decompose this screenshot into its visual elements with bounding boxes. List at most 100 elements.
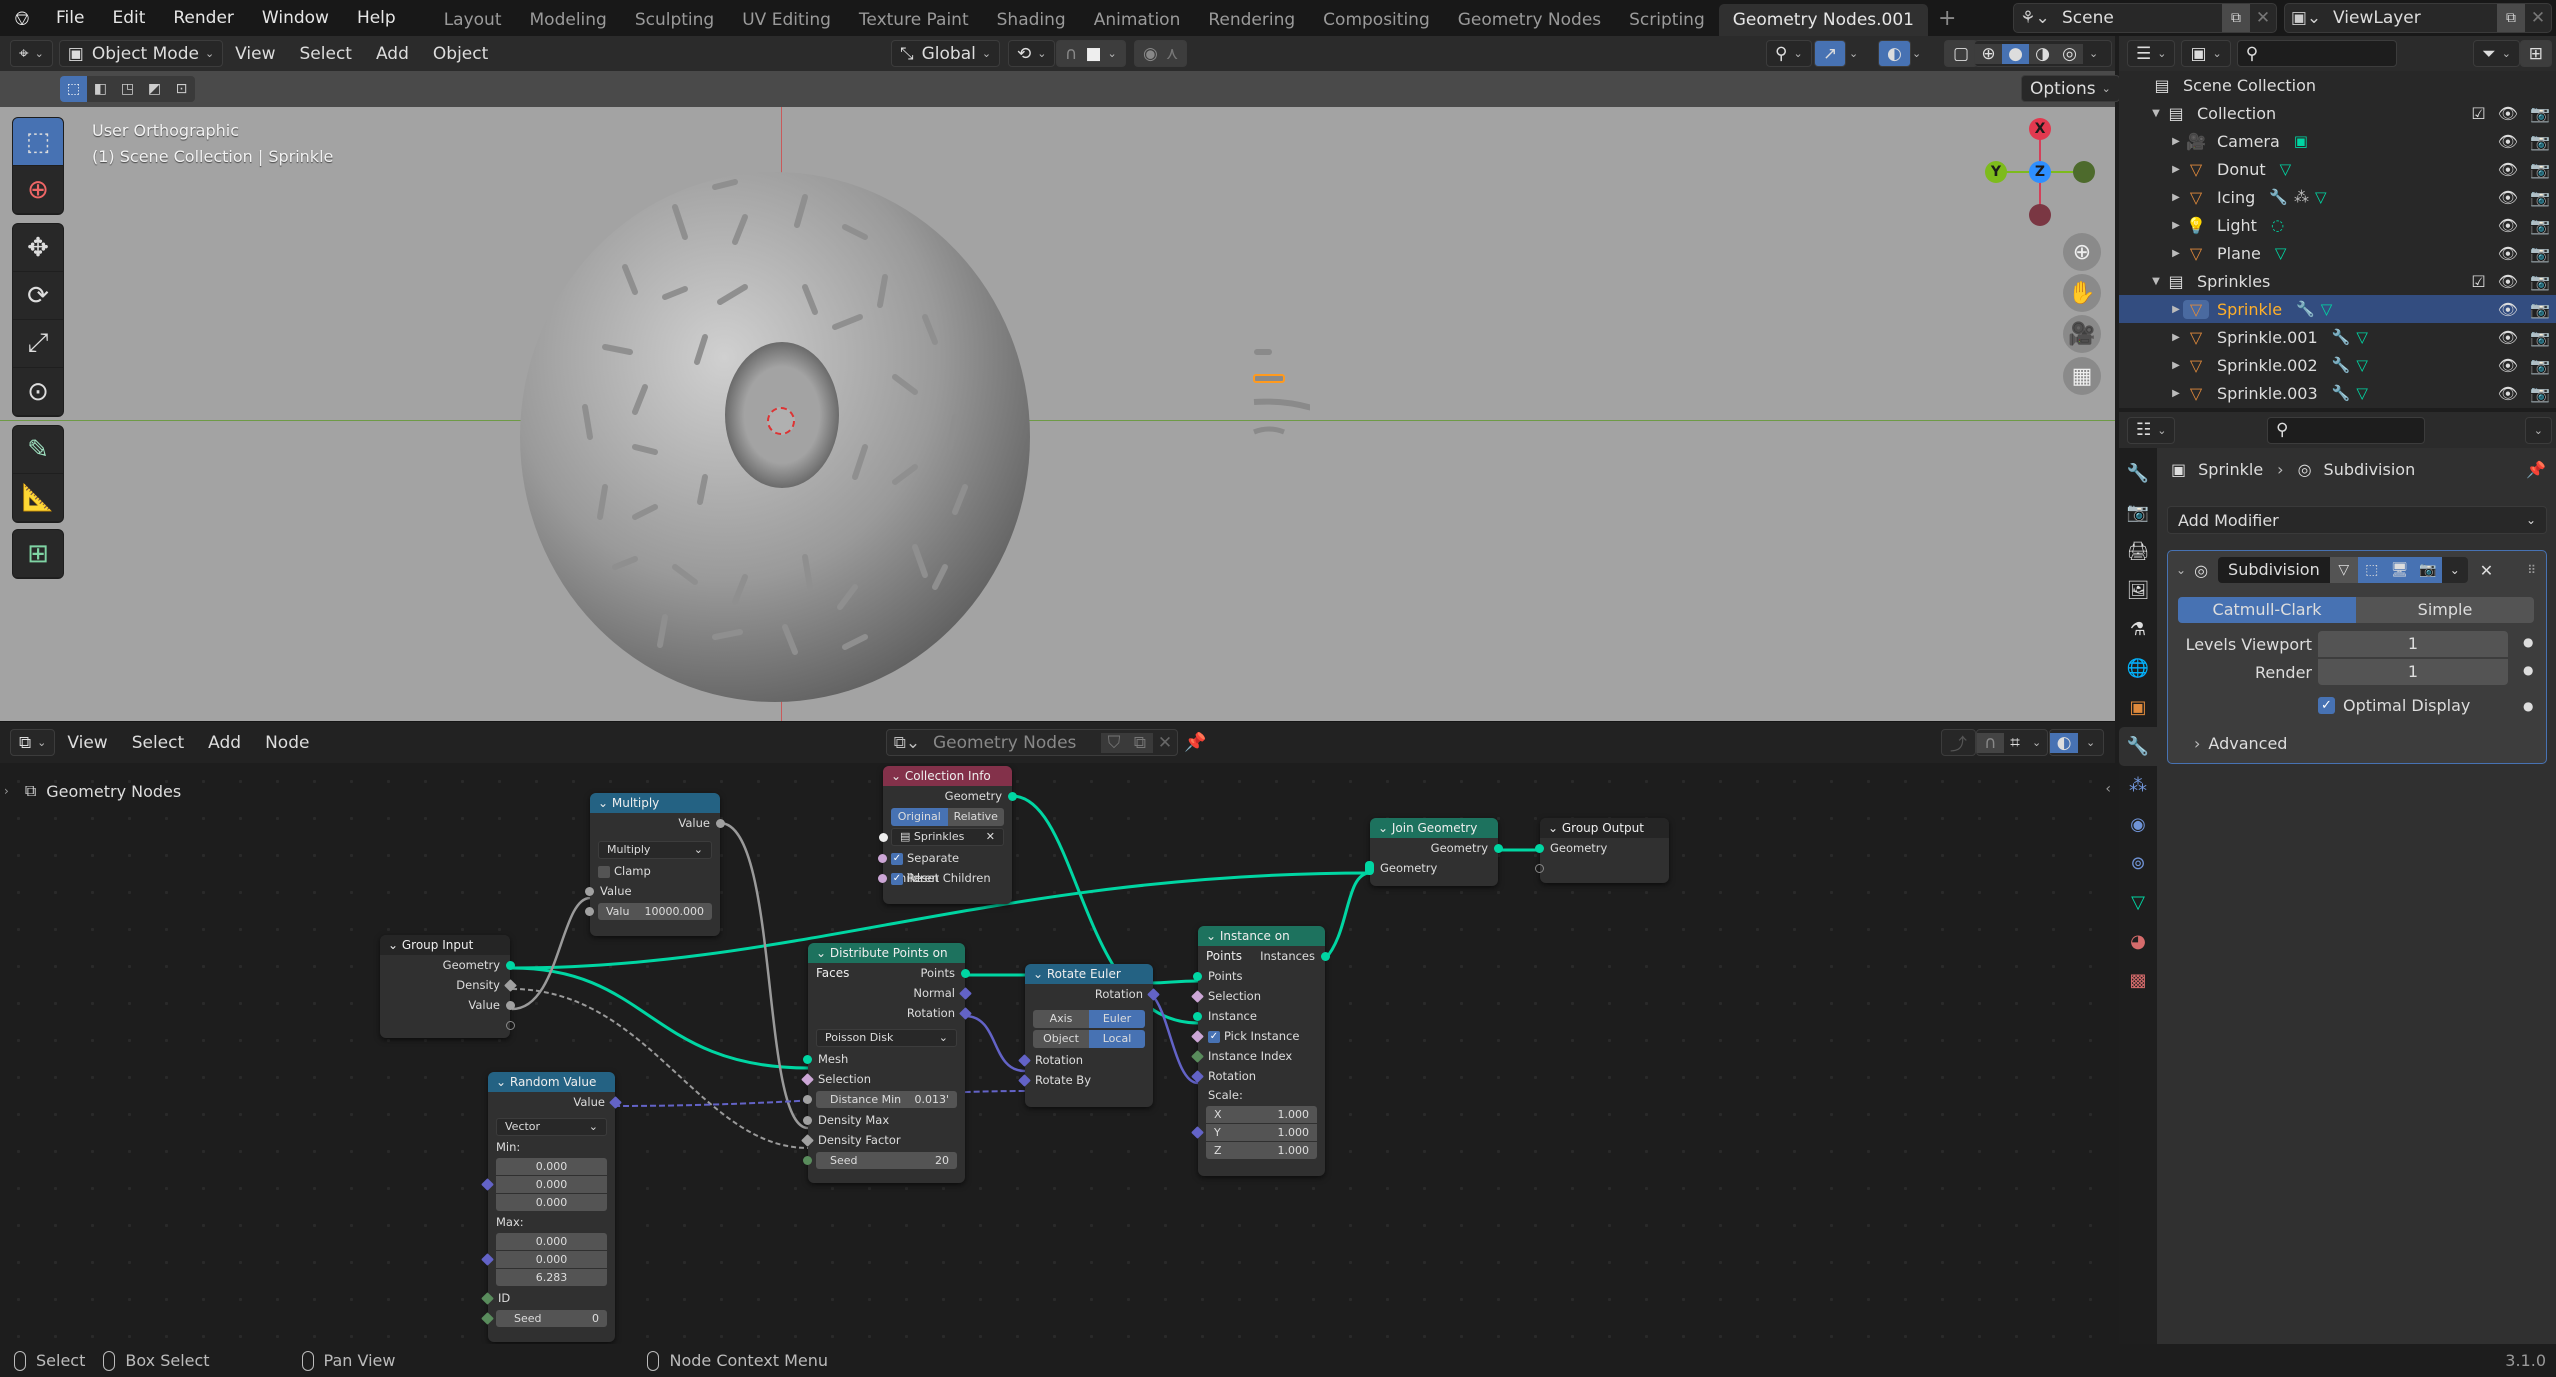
- ortho-toggle-icon[interactable]: ▦: [2063, 357, 2101, 395]
- delete-scene-icon[interactable]: ✕: [2250, 8, 2276, 28]
- node-tree-name[interactable]: Geometry Nodes: [927, 733, 1101, 753]
- visibility-button[interactable]: ⚲ ⌄: [1766, 40, 1812, 67]
- select-intersect-icon[interactable]: ⊡: [168, 76, 195, 102]
- menu-help[interactable]: Help: [343, 8, 410, 28]
- viewport-toggle-icon[interactable]: 🖥: [2385, 557, 2414, 583]
- node-canvas[interactable]: › ⧉ Geometry Nodes ⌄ Group Input Geometr…: [0, 763, 2115, 1344]
- cursor-tool-icon[interactable]: ⊕: [13, 166, 63, 214]
- expand-triangle-icon[interactable]: ▶: [2169, 220, 2183, 231]
- tab-animation[interactable]: Animation: [1080, 4, 1195, 36]
- edit-mode-toggle-icon[interactable]: ▽: [2329, 557, 2358, 583]
- node-tree-selector[interactable]: ⧉⌄ Geometry Nodes ⛉ ⧉ ✕: [886, 729, 1178, 756]
- viewport-menu-view[interactable]: View: [223, 44, 287, 64]
- pin-icon[interactable]: 📌: [1184, 732, 1206, 753]
- outliner-item-sprinkle-002[interactable]: ▶ ▽ Sprinkle.002 🔧▽ 👁 📷: [2119, 351, 2556, 379]
- expand-triangle-icon[interactable]: ▶: [2169, 388, 2183, 399]
- tab-output-icon[interactable]: 🖨: [2119, 532, 2157, 571]
- viewport-menu-select[interactable]: Select: [288, 44, 364, 64]
- viewport-menu-object[interactable]: Object: [421, 44, 500, 64]
- geometry-multi-input-socket[interactable]: [1365, 861, 1374, 875]
- modifier-icon[interactable]: 🔧: [2296, 300, 2321, 318]
- tab-layout[interactable]: Layout: [430, 4, 516, 36]
- xray-toggle[interactable]: ▢: [1944, 40, 1979, 67]
- euler-option[interactable]: Euler: [1089, 1010, 1145, 1028]
- scale-x-field[interactable]: X 1.000: [1206, 1106, 1317, 1123]
- distance-min-socket[interactable]: [803, 1095, 812, 1104]
- operation-dropdown[interactable]: Multiply ⌄: [598, 841, 712, 859]
- max-y-field[interactable]: 0.000: [496, 1251, 607, 1268]
- scale-z-field[interactable]: Z 1.000: [1206, 1142, 1317, 1159]
- points-socket[interactable]: [961, 969, 970, 978]
- render-camera-icon[interactable]: 📷: [2530, 384, 2550, 403]
- select-extend-icon[interactable]: ◧: [87, 76, 114, 102]
- mode-selector[interactable]: ▣ Object Mode ⌄: [58, 40, 224, 67]
- node-header[interactable]: ⌄ Random Value: [488, 1072, 615, 1092]
- gizmo-neg-x-axis[interactable]: [2029, 204, 2051, 226]
- empty-socket[interactable]: [1535, 864, 1544, 873]
- reset-children-checkbox[interactable]: ✓ Reset Children: [878, 868, 1012, 888]
- geometry-output-socket[interactable]: [1494, 844, 1503, 853]
- render-camera-icon[interactable]: 📷: [2530, 104, 2550, 123]
- material-shading-icon[interactable]: ◑: [2029, 43, 2056, 64]
- select-box-tool-icon[interactable]: ⬚: [13, 118, 63, 166]
- tab-view-layer-icon[interactable]: 🖼: [2119, 571, 2157, 610]
- node-menu-view[interactable]: View: [55, 733, 119, 753]
- reset-children-socket[interactable]: [878, 874, 887, 883]
- catmull-clark-option[interactable]: Catmull-Clark: [2178, 597, 2356, 623]
- outliner-item-icing[interactable]: ▶ ▽ Icing 🔧⁂▽ 👁 📷: [2119, 183, 2556, 211]
- tab-scripting[interactable]: Scripting: [1615, 4, 1719, 36]
- modifier-menu-chevron-icon[interactable]: ⌄: [2441, 557, 2468, 583]
- select-new-icon[interactable]: ⬚: [60, 76, 87, 102]
- outliner-item-sprinkle[interactable]: ▶ ▽ Sprinkle 🔧▽ 👁 📷: [2119, 295, 2556, 323]
- visibility-eye-icon[interactable]: 👁: [2498, 384, 2518, 403]
- collapse-triangle-icon[interactable]: ▼: [2149, 108, 2163, 119]
- pin-icon[interactable]: 📌: [2526, 460, 2546, 479]
- modifier-icon[interactable]: 🔧: [2332, 384, 2357, 402]
- overlay-toggle[interactable]: ◐: [1878, 40, 1911, 67]
- transform-orientation-selector[interactable]: ⤡ Global ⌄: [891, 40, 1001, 67]
- parent-tree-button[interactable]: ⤴: [1941, 729, 1976, 756]
- tab-tool-icon[interactable]: 🔧: [2119, 454, 2157, 493]
- object-option[interactable]: Object: [1033, 1030, 1089, 1048]
- properties-options-button[interactable]: ⌄: [2524, 416, 2552, 444]
- scene-name[interactable]: Scene: [2056, 8, 2222, 28]
- clear-collection-icon[interactable]: ✕: [986, 829, 995, 845]
- outliner-item-plane[interactable]: ▶ ▽ Plane ▽ 👁 📷: [2119, 239, 2556, 267]
- render-levels-field[interactable]: 1: [2318, 659, 2508, 685]
- wireframe-shading-icon[interactable]: ⊕: [1975, 43, 2002, 64]
- seed-socket[interactable]: [803, 1156, 812, 1165]
- render-camera-icon[interactable]: 📷: [2530, 132, 2550, 151]
- outliner-item-sprinkle-001[interactable]: ▶ ▽ Sprinkle.001 🔧▽ 👁 📷: [2119, 323, 2556, 351]
- min-x-field[interactable]: 0.000: [496, 1158, 607, 1175]
- node-random-value[interactable]: ⌄ Random Value Value Vector ⌄ Min: 0.000 …: [481, 1072, 622, 1342]
- cage-toggle-icon[interactable]: ⬚: [2357, 557, 2386, 583]
- value-field[interactable]: Valu 10000.000: [585, 903, 712, 920]
- min-z-field[interactable]: 0.000: [496, 1194, 607, 1211]
- tab-sculpting[interactable]: Sculpting: [621, 4, 728, 36]
- move-tool-icon[interactable]: ✥: [13, 224, 63, 272]
- render-camera-icon[interactable]: 📷: [2530, 216, 2550, 235]
- tab-texture-icon[interactable]: ▩: [2119, 961, 2157, 1000]
- mesh-data-icon[interactable]: ▽: [2321, 300, 2339, 318]
- mesh-data-icon[interactable]: ▽: [2275, 244, 2293, 262]
- add-modifier-dropdown[interactable]: Add Modifier ⌄: [2167, 506, 2547, 534]
- light-data-icon[interactable]: ◌: [2271, 216, 2290, 234]
- outliner-root[interactable]: ▤ Scene Collection: [2119, 71, 2556, 99]
- menu-render[interactable]: Render: [159, 8, 248, 28]
- mesh-data-icon[interactable]: ▽: [2315, 188, 2333, 206]
- menu-file[interactable]: File: [42, 8, 98, 28]
- pan-view-icon[interactable]: ✋: [2063, 274, 2101, 312]
- tab-compositing[interactable]: Compositing: [1309, 4, 1444, 36]
- expand-triangle-icon[interactable]: ▶: [2169, 248, 2183, 259]
- select-invert-icon[interactable]: ◩: [141, 76, 168, 102]
- tab-modifiers-icon[interactable]: 🔧: [2119, 727, 2157, 766]
- zoom-view-icon[interactable]: ⊕: [2063, 233, 2101, 271]
- node-header[interactable]: ⌄ Distribute Points on Faces: [808, 943, 965, 980]
- gizmo-neg-y-axis[interactable]: [2073, 161, 2095, 183]
- render-camera-icon[interactable]: 📷: [2530, 272, 2550, 291]
- keyframe-dot-icon[interactable]: ●: [2523, 699, 2533, 713]
- filter-button[interactable]: ⏷ ⌄: [2473, 40, 2520, 67]
- new-view-layer-icon[interactable]: ⧉: [2497, 4, 2525, 32]
- visibility-eye-icon[interactable]: 👁: [2498, 300, 2518, 319]
- render-camera-icon[interactable]: 📷: [2530, 300, 2550, 319]
